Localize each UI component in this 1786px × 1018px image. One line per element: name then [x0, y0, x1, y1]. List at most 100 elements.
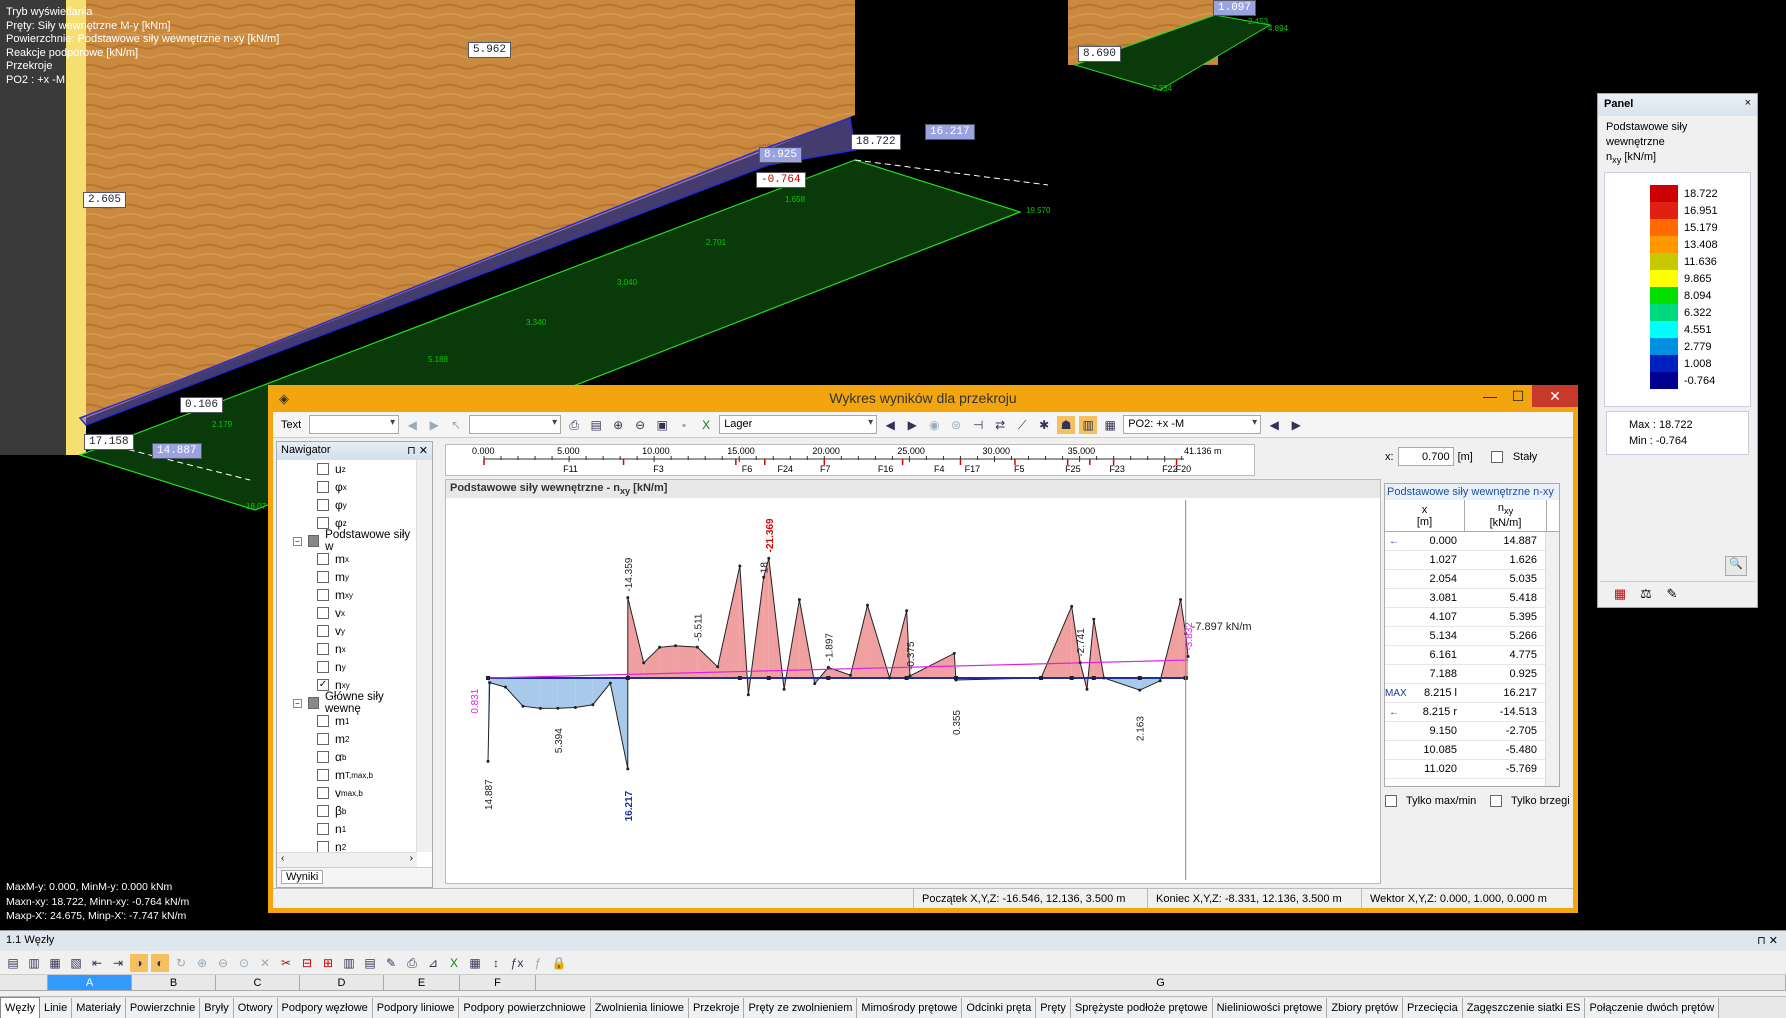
table-next-icon[interactable]: ⇥: [109, 954, 127, 972]
table-import-icon[interactable]: ▥: [25, 954, 43, 972]
bottom-tab[interactable]: Podpory węzłowe: [277, 998, 373, 1018]
lock-icon[interactable]: ☗: [1057, 415, 1076, 434]
bottom-tab[interactable]: Zbiory prętów: [1327, 998, 1403, 1018]
values-icon[interactable]: ▦: [1101, 416, 1119, 434]
navigator-checkbox[interactable]: [317, 625, 329, 637]
navigator-checkbox[interactable]: [317, 823, 329, 835]
table-refresh-icon[interactable]: ↻: [172, 954, 190, 972]
navigator-checkbox[interactable]: [317, 589, 329, 601]
scale-icon[interactable]: ⇄: [991, 416, 1009, 434]
settings-icon[interactable]: ▤: [587, 416, 605, 434]
next-icon[interactable]: ▶: [903, 416, 921, 434]
lager-combo[interactable]: Lager: [719, 415, 878, 434]
column-header[interactable]: B: [132, 975, 216, 990]
arrow-left-icon[interactable]: ◀: [403, 416, 421, 434]
table-icon[interactable]: ▥: [1079, 415, 1098, 434]
bottom-tab[interactable]: Linie: [39, 998, 73, 1018]
table-excel-icon[interactable]: ▤: [4, 954, 22, 972]
navigator-checkbox[interactable]: [317, 751, 329, 763]
results-table-scroll[interactable]: [1545, 532, 1559, 786]
table-cut-icon[interactable]: ✂: [277, 954, 295, 972]
table-print-icon[interactable]: ⎙: [403, 954, 421, 972]
navigator-item[interactable]: uz: [277, 460, 417, 478]
next-case-icon[interactable]: ▶: [1287, 416, 1305, 434]
edges-checkbox[interactable]: [1490, 795, 1502, 807]
collapse-icon[interactable]: −: [293, 536, 302, 546]
navigator-group[interactable]: − Główne siły wewnę: [277, 691, 417, 715]
pencil-icon[interactable]: ✎: [1664, 586, 1680, 602]
navigator-item[interactable]: m xy: [277, 586, 417, 604]
bottom-tab[interactable]: Węzły: [0, 997, 40, 1018]
table-row[interactable]: 9.150 -2.705: [1385, 722, 1559, 741]
navigator-item[interactable]: vy: [277, 622, 417, 640]
bottom-tab[interactable]: Pręty: [1036, 998, 1071, 1018]
table-zoom2-icon[interactable]: ⊖: [214, 954, 232, 972]
navigator-item[interactable]: n1: [277, 820, 417, 838]
navigator-item[interactable]: my: [277, 568, 417, 586]
column-header[interactable]: F: [460, 975, 536, 990]
navigator-checkbox[interactable]: ✓: [317, 679, 329, 691]
table-insert-icon[interactable]: ▥: [340, 954, 358, 972]
table-row[interactable]: 10.085 -5.480: [1385, 741, 1559, 760]
table-grid-icon[interactable]: ▦: [466, 954, 484, 972]
navigator-item[interactable]: ny: [277, 658, 417, 676]
navigator-item[interactable]: φx: [277, 478, 417, 496]
table-row[interactable]: 1.027 1.626: [1385, 551, 1559, 570]
table-chart-icon[interactable]: ⊿: [424, 954, 442, 972]
zoom-icon[interactable]: 🔍: [1725, 556, 1747, 576]
navigator-vscroll[interactable]: [416, 460, 432, 852]
table-row[interactable]: ← 0.000 14.887: [1385, 532, 1559, 551]
collapse-icon[interactable]: −: [293, 698, 302, 708]
maximize-button[interactable]: ☐: [1504, 385, 1532, 407]
navigator-checkbox[interactable]: [317, 571, 329, 583]
navigator-item[interactable]: v max,b: [277, 784, 417, 802]
close-button[interactable]: ✕: [1532, 385, 1578, 407]
bottom-tab[interactable]: Odcinki pręta: [962, 998, 1037, 1018]
color-scale-icon[interactable]: ▦: [1612, 586, 1628, 602]
table-row[interactable]: 5.134 5.266: [1385, 627, 1559, 646]
table-col-icon[interactable]: ▤: [361, 954, 379, 972]
navigator-item[interactable]: nx: [277, 640, 417, 658]
navigator-item[interactable]: βb: [277, 802, 417, 820]
navigator-item[interactable]: n2: [277, 838, 417, 852]
bottom-tab[interactable]: Przecięcia: [1403, 998, 1463, 1018]
x-position-input[interactable]: [1397, 447, 1454, 466]
table-excel2-icon[interactable]: X: [445, 954, 463, 972]
table-row[interactable]: 4.107 5.395: [1385, 608, 1559, 627]
pin-close-icons[interactable]: ⊓ ✕: [1757, 934, 1778, 947]
navigator-checkbox[interactable]: [317, 805, 329, 817]
bottom-tab[interactable]: Zagęszczenie siatki ES: [1462, 998, 1586, 1018]
excel-icon[interactable]: X: [697, 416, 715, 434]
table-edit-icon[interactable]: ✎: [382, 954, 400, 972]
navigator-item[interactable]: m T,max,b: [277, 766, 417, 784]
table-zoom3-icon[interactable]: ⊙: [235, 954, 253, 972]
navigator-item[interactable]: m1: [277, 712, 417, 730]
maxmin-checkbox[interactable]: [1385, 795, 1397, 807]
pointer-icon[interactable]: ↖: [447, 416, 465, 434]
navigator-checkbox[interactable]: [317, 661, 329, 673]
navigator-checkbox[interactable]: [317, 463, 329, 475]
bottom-tab[interactable]: Bryły: [200, 998, 234, 1018]
bottom-tab[interactable]: Powierzchnie: [125, 998, 201, 1018]
column-header[interactable]: A: [48, 975, 132, 990]
bottom-tab[interactable]: Sprężyste podłoże prętowe: [1070, 998, 1213, 1018]
function-clear-icon[interactable]: ƒ: [529, 954, 547, 972]
table-relations-icon[interactable]: ◐: [151, 953, 169, 972]
table-sort-icon[interactable]: ↕: [487, 954, 505, 972]
navigator-checkbox[interactable]: [317, 733, 329, 745]
navigator-item[interactable]: m2: [277, 730, 417, 748]
table-cut3-icon[interactable]: ⊞: [319, 954, 337, 972]
column-header[interactable]: D: [300, 975, 384, 990]
filter-combo[interactable]: [469, 415, 562, 434]
navigator-item[interactable]: mx: [277, 550, 417, 568]
filter-icon[interactable]: ⊜: [947, 416, 965, 434]
tab-results[interactable]: Wyniki: [281, 870, 324, 884]
column-header[interactable]: E: [384, 975, 460, 990]
navigator-checkbox[interactable]: [307, 697, 319, 709]
table-prev-icon[interactable]: ⇤: [88, 954, 106, 972]
navigator-group[interactable]: − Podstawowe siły w: [277, 529, 417, 553]
prev-icon[interactable]: ◀: [881, 416, 899, 434]
zoom-out-icon[interactable]: ⊖: [631, 416, 649, 434]
navigator-checkbox[interactable]: [317, 517, 329, 529]
text-combo[interactable]: [309, 415, 400, 434]
